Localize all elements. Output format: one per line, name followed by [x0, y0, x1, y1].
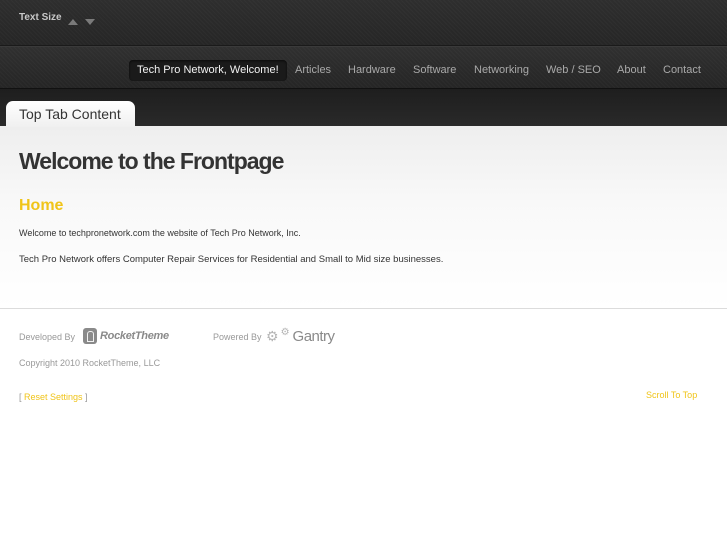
- nav-item-networking[interactable]: Networking: [474, 60, 529, 81]
- gear-small-icon: ⚙: [280, 327, 290, 338]
- rockettheme-logo-text: RocketTheme: [100, 330, 169, 342]
- nav-item-software[interactable]: Software: [413, 60, 456, 81]
- gantry-logo-text: Gantry: [292, 327, 336, 345]
- reset-settings-link[interactable]: Reset Settings: [24, 392, 83, 402]
- copyright-text: Copyright 2010 RocketTheme, LLC: [19, 358, 161, 368]
- intro-paragraph: Welcome to techpronetwork.com the websit…: [19, 228, 301, 238]
- services-paragraph: Tech Pro Network offers Computer Repair …: [19, 254, 444, 265]
- nav-item-about[interactable]: About: [617, 60, 646, 81]
- gear-icon: ⚙: [266, 328, 279, 344]
- top-bar: Text Size: [0, 0, 727, 46]
- reset-bracket-close: ]: [82, 392, 88, 402]
- reset-settings: [ Reset Settings ]: [19, 392, 88, 402]
- top-tab[interactable]: Top Tab Content: [6, 101, 135, 127]
- section-title: Home: [19, 197, 64, 214]
- rockettheme-logo[interactable]: RocketTheme: [83, 328, 169, 344]
- nav-item-articles[interactable]: Articles: [295, 60, 331, 81]
- text-size-label: Text Size: [19, 12, 62, 23]
- top-tab-label: Top Tab Content: [19, 106, 121, 122]
- developed-by-label: Developed By: [19, 332, 76, 342]
- gantry-logo[interactable]: ⚙ ⚙ Gantry: [266, 326, 335, 346]
- page-title: Welcome to the Frontpage: [19, 148, 284, 174]
- rockettheme-logo-icon: [83, 328, 97, 344]
- triangle-up-icon[interactable]: [68, 19, 78, 25]
- scroll-to-top-link[interactable]: Scroll To Top: [646, 390, 697, 400]
- nav-item-hardware[interactable]: Hardware: [348, 60, 396, 81]
- page: Text Size Tech Pro Network, Welcome! Art…: [0, 0, 727, 545]
- nav-item-contact[interactable]: Contact: [663, 60, 701, 81]
- triangle-down-icon[interactable]: [85, 19, 96, 25]
- powered-by-label: Powered By: [213, 332, 262, 342]
- nav-item-home[interactable]: Tech Pro Network, Welcome!: [129, 60, 287, 81]
- text-size-controls: [68, 12, 98, 25]
- nav-item-web-seo[interactable]: Web / SEO: [546, 60, 601, 81]
